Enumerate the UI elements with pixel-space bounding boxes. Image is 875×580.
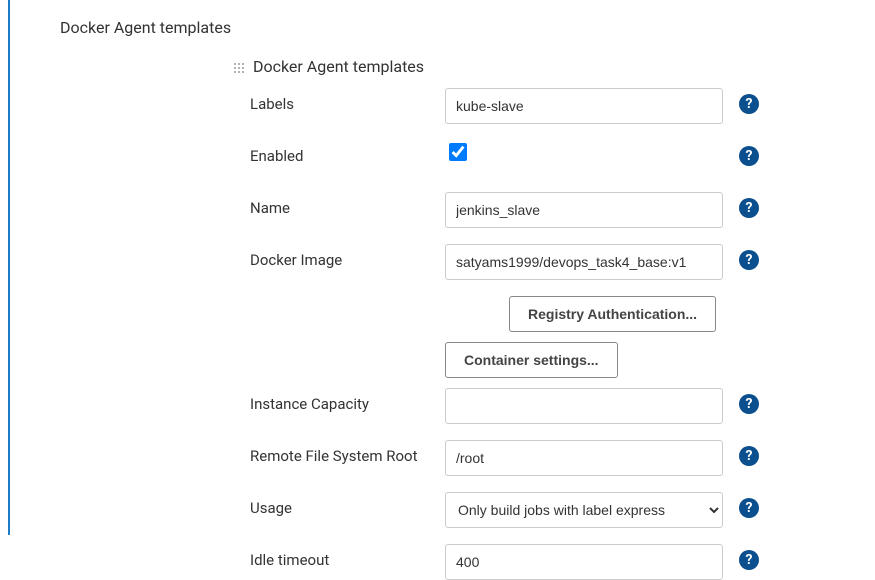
section-title: Docker Agent templates — [60, 18, 875, 37]
usage-select[interactable]: Only build jobs with label express — [445, 492, 723, 528]
subsection-title-row: Docker Agent templates — [232, 57, 875, 76]
idle-timeout-label: Idle timeout — [250, 544, 445, 569]
help-icon[interactable]: ? — [739, 550, 759, 570]
container-settings-button[interactable]: Container settings... — [445, 342, 618, 378]
enabled-checkbox[interactable] — [449, 143, 467, 161]
enabled-label: Enabled — [250, 140, 445, 165]
subsection-title: Docker Agent templates — [253, 57, 424, 76]
help-icon[interactable]: ? — [739, 394, 759, 414]
help-icon[interactable]: ? — [739, 498, 759, 518]
help-icon[interactable]: ? — [739, 250, 759, 270]
usage-label: Usage — [250, 492, 445, 517]
name-label: Name — [250, 192, 445, 217]
docker-image-label: Docker Image — [250, 244, 445, 269]
drag-handle-icon[interactable] — [232, 61, 246, 75]
instance-capacity-label: Instance Capacity — [250, 388, 445, 413]
help-icon[interactable]: ? — [739, 446, 759, 466]
remote-root-label: Remote File System Root — [250, 440, 445, 465]
name-input[interactable] — [445, 192, 723, 228]
labels-input[interactable] — [445, 88, 723, 124]
instance-capacity-input[interactable] — [445, 388, 723, 424]
help-icon[interactable]: ? — [739, 94, 759, 114]
help-icon[interactable]: ? — [739, 146, 759, 166]
remote-root-input[interactable] — [445, 440, 723, 476]
docker-image-input[interactable] — [445, 244, 723, 280]
labels-label: Labels — [250, 88, 445, 113]
idle-timeout-input[interactable] — [445, 544, 723, 580]
registry-auth-button[interactable]: Registry Authentication... — [509, 296, 716, 332]
help-icon[interactable]: ? — [739, 198, 759, 218]
